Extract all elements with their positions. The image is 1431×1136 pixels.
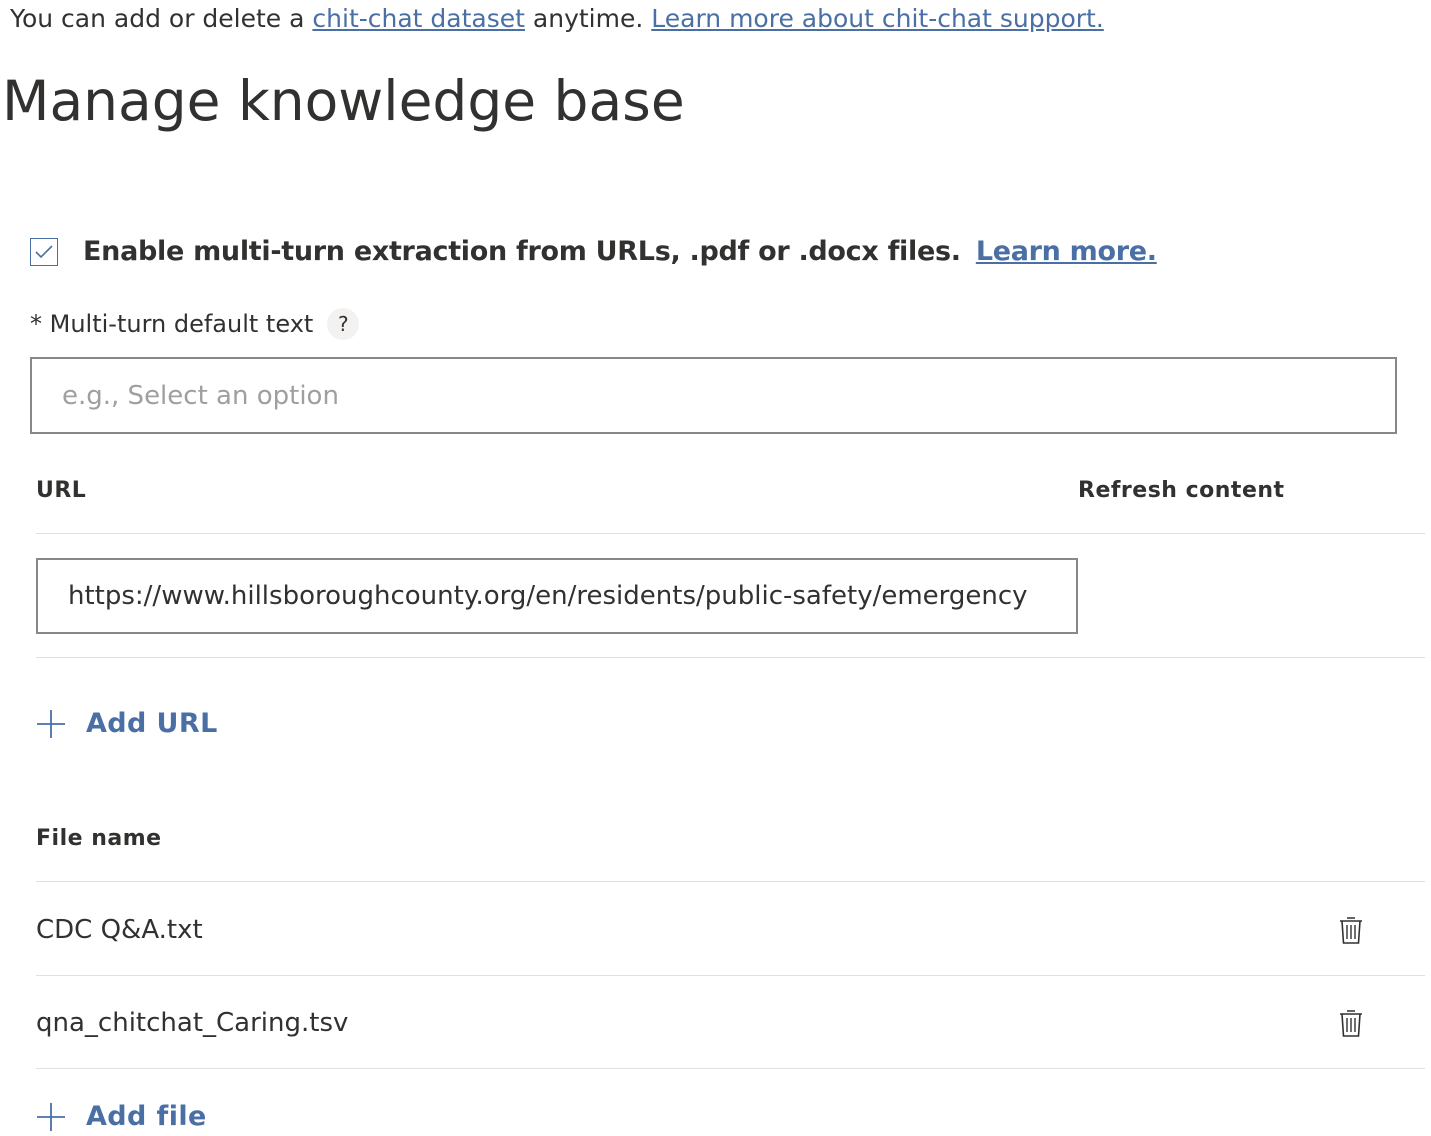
url-column-header: URL: [36, 478, 87, 503]
default-text-label: * Multi-turn default text ?: [30, 308, 360, 340]
add-file-label: Add file: [86, 1101, 207, 1132]
chitchat-learn-more-link[interactable]: Learn more about chit-chat support.: [651, 4, 1104, 33]
url-row-divider: [36, 657, 1425, 658]
multi-turn-learn-more-link[interactable]: Learn more.: [976, 236, 1157, 267]
intro-text: You can add or delete a chit-chat datase…: [10, 2, 1104, 36]
url-input[interactable]: [36, 558, 1078, 634]
add-file-button[interactable]: Add file: [36, 1101, 207, 1132]
check-icon: [35, 244, 53, 258]
chitchat-dataset-link[interactable]: chit-chat dataset: [312, 4, 525, 33]
file-header-divider: [36, 881, 1425, 882]
file-name-column-header: File name: [36, 826, 162, 851]
file-row: CDC Q&A.txt: [36, 884, 1425, 976]
multi-turn-label-text: Enable multi-turn extraction from URLs, …: [83, 236, 961, 267]
file-name: qna_chitchat_Caring.tsv: [36, 1008, 349, 1038]
file-row: qna_chitchat_Caring.tsv: [36, 977, 1425, 1069]
default-text-input[interactable]: [30, 357, 1397, 434]
file-name: CDC Q&A.txt: [36, 915, 203, 945]
multi-turn-checkbox[interactable]: [30, 237, 58, 266]
url-header-divider: [36, 533, 1425, 534]
intro-middle: anytime.: [524, 4, 652, 33]
multi-turn-option: Enable multi-turn extraction from URLs, …: [30, 236, 1157, 267]
plus-icon: [37, 1102, 65, 1131]
file-row-divider: [36, 975, 1425, 976]
trash-icon[interactable]: [1338, 915, 1364, 945]
multi-turn-label: Enable multi-turn extraction from URLs, …: [83, 236, 1157, 267]
add-url-button[interactable]: Add URL: [36, 708, 218, 739]
page-title: Manage knowledge base: [2, 69, 685, 133]
help-icon[interactable]: ?: [327, 308, 360, 340]
plus-icon: [37, 709, 65, 738]
default-text-label-text: * Multi-turn default text: [30, 310, 314, 338]
refresh-content-column-header: Refresh content: [1078, 478, 1285, 503]
add-url-label: Add URL: [86, 708, 218, 739]
intro-prefix: You can add or delete a: [10, 4, 313, 33]
file-row-divider: [36, 1068, 1425, 1069]
trash-icon[interactable]: [1338, 1008, 1364, 1038]
